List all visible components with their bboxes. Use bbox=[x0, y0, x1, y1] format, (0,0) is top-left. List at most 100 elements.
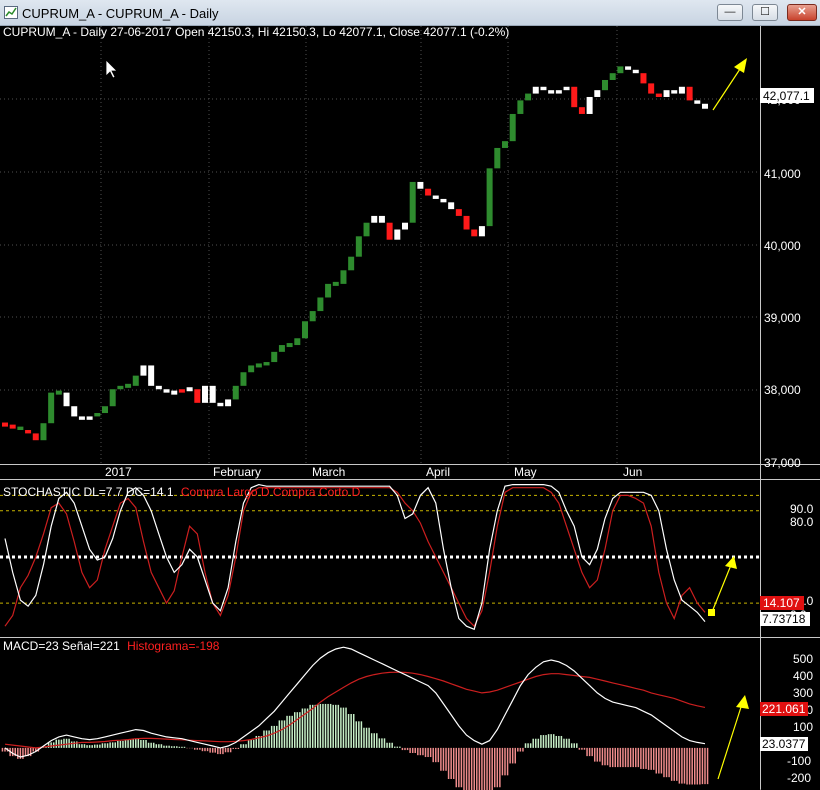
x-label: Jun bbox=[623, 465, 642, 479]
price-candle bbox=[432, 195, 439, 199]
price-candle bbox=[9, 424, 16, 429]
price-candle bbox=[486, 168, 493, 227]
price-candle bbox=[40, 423, 47, 441]
price-y-tick: 40,000 bbox=[764, 239, 801, 253]
price-candle bbox=[186, 387, 193, 392]
price-candle bbox=[163, 389, 170, 393]
macd-white-value: 23.0377 bbox=[762, 737, 806, 751]
price-candle bbox=[448, 202, 455, 210]
price-candle bbox=[271, 351, 278, 363]
price-candle bbox=[425, 188, 432, 196]
price-candle bbox=[348, 256, 355, 271]
window-title-bar[interactable]: CUPRUM_A - CUPRUM_A - Daily — ☐ ✕ bbox=[0, 0, 820, 26]
price-candle bbox=[48, 392, 55, 424]
price-candle bbox=[509, 113, 516, 142]
price-candle bbox=[325, 283, 332, 298]
price-candle bbox=[525, 93, 532, 101]
price-candle bbox=[363, 222, 370, 237]
price-candle bbox=[225, 399, 232, 407]
macd-red-value: 221.061 bbox=[762, 702, 806, 716]
price-candle bbox=[494, 147, 501, 169]
price-candle bbox=[294, 338, 301, 346]
price-candle bbox=[32, 433, 39, 441]
price-candle bbox=[2, 422, 8, 427]
price-candle bbox=[694, 100, 701, 104]
price-candle bbox=[317, 297, 324, 312]
price-candle bbox=[332, 281, 339, 286]
price-candle bbox=[478, 226, 485, 237]
price-candle bbox=[378, 215, 385, 223]
macd-y-tick: 500 bbox=[793, 652, 813, 666]
last-price-value: 42,077.1 bbox=[763, 89, 810, 103]
price-candle bbox=[571, 86, 578, 108]
macd-y-tick: 300 bbox=[793, 686, 813, 700]
stochastic-header: STOCHASTIC DL=7.7 DC=14.1 Compra Largo D… bbox=[3, 485, 361, 499]
price-candle bbox=[263, 362, 270, 366]
price-candle bbox=[394, 229, 401, 240]
price-candle bbox=[440, 198, 447, 203]
price-candle bbox=[240, 372, 247, 386]
x-label: April bbox=[426, 465, 450, 479]
price-candle bbox=[386, 222, 393, 240]
price-header: CUPRUM_A - Daily 27-06-2017 Open 42150.3… bbox=[3, 26, 509, 39]
price-y-tick: 38,000 bbox=[764, 383, 801, 397]
price-candle bbox=[148, 365, 155, 386]
maximize-button[interactable]: ☐ bbox=[752, 4, 778, 21]
price-candle bbox=[102, 406, 108, 414]
macd-header-histogram: Histograma=-198 bbox=[127, 639, 220, 653]
price-candle bbox=[663, 90, 670, 97]
stoch-y-tick: 90.0 bbox=[790, 502, 814, 516]
price-candle bbox=[417, 181, 424, 189]
price-candle bbox=[209, 385, 216, 403]
price-candle bbox=[155, 385, 162, 390]
close-button[interactable]: ✕ bbox=[787, 4, 817, 21]
macd-header-main: MACD=23 Señal=221 bbox=[3, 639, 120, 653]
price-candle bbox=[255, 363, 262, 368]
price-candle bbox=[117, 385, 124, 390]
price-candle bbox=[71, 406, 78, 417]
price-candle bbox=[678, 86, 685, 94]
price-y-tick: 39,000 bbox=[764, 311, 801, 325]
price-candle bbox=[578, 107, 585, 114]
price-candle bbox=[502, 141, 508, 148]
price-candle bbox=[178, 389, 185, 393]
price-candle bbox=[455, 209, 462, 216]
price-candle bbox=[25, 430, 32, 434]
x-label: February bbox=[213, 465, 261, 479]
price-candle bbox=[94, 413, 101, 417]
price-candle bbox=[248, 365, 255, 373]
chart-area[interactable]: CUPRUM_A - Daily 27-06-2017 Open 42150.3… bbox=[0, 26, 820, 790]
price-candle bbox=[640, 73, 647, 84]
stochastic-header-signals: Compra Largo D Compra Corto D bbox=[181, 485, 361, 499]
price-candle bbox=[540, 86, 547, 91]
price-candle bbox=[609, 73, 616, 80]
price-candle bbox=[686, 86, 693, 101]
price-candle bbox=[671, 90, 678, 94]
price-candle bbox=[302, 321, 308, 339]
price-candle bbox=[86, 416, 93, 420]
price-candle bbox=[125, 383, 132, 388]
stoch-white-value: 7.73718 bbox=[762, 612, 806, 626]
price-candle bbox=[371, 215, 378, 223]
stoch-red-value: 14.107 bbox=[763, 596, 800, 610]
price-candle bbox=[617, 66, 624, 74]
macd-y-tick: -100 bbox=[787, 754, 811, 768]
price-candle bbox=[286, 343, 293, 348]
x-label: 2017 bbox=[105, 465, 132, 479]
price-candle bbox=[563, 86, 570, 91]
price-candle bbox=[63, 392, 70, 407]
minimize-button[interactable]: — bbox=[717, 4, 743, 21]
price-candle bbox=[586, 96, 593, 114]
macd-y-tick: -200 bbox=[787, 771, 811, 785]
price-candle bbox=[132, 375, 139, 386]
macd-y-tick: 100 bbox=[793, 720, 813, 734]
price-candle bbox=[655, 93, 662, 97]
price-y-tick: 37,000 bbox=[764, 456, 801, 470]
price-candle bbox=[217, 402, 224, 407]
price-candle bbox=[594, 90, 601, 97]
price-candle bbox=[140, 365, 147, 376]
macd-header: MACD=23 Señal=221 Histograma=-198 bbox=[3, 639, 220, 653]
price-candle bbox=[632, 69, 639, 74]
x-label: March bbox=[312, 465, 345, 479]
price-candle bbox=[648, 83, 655, 94]
